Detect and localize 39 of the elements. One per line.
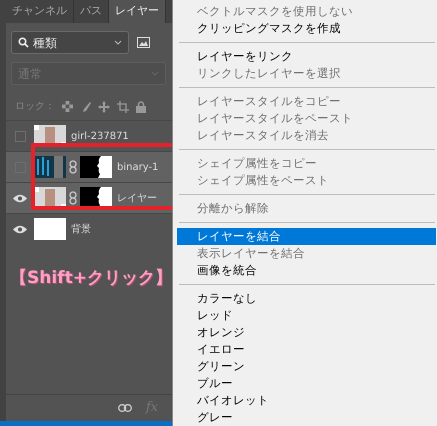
chain-icon[interactable] — [69, 191, 77, 205]
layer-row[interactable]: 背景 — [6, 213, 172, 244]
layer-row[interactable]: binary-1 — [6, 151, 172, 182]
mask-thumbnail — [80, 156, 112, 178]
filter-dropdown[interactable]: 種類 — [11, 31, 129, 54]
layer-name: girl-237871 — [71, 130, 129, 144]
eye-icon[interactable] — [13, 194, 27, 202]
lock-icon[interactable] — [136, 100, 146, 112]
brush-icon[interactable] — [80, 100, 91, 112]
photo-thumbnail — [34, 156, 66, 178]
layer-name: binary-1 — [117, 160, 158, 174]
eye-icon[interactable] — [13, 224, 27, 234]
chain-icon[interactable] — [69, 160, 77, 174]
menu-item[interactable]: グリーン — [177, 358, 436, 375]
visibility-checkbox[interactable] — [14, 130, 26, 142]
menu-item[interactable]: ブルー — [177, 375, 436, 392]
menu-item[interactable]: バイオレット — [177, 392, 436, 409]
background-thumbnail — [34, 218, 66, 240]
link-icon[interactable] — [118, 404, 132, 412]
search-icon — [18, 37, 29, 48]
menu-item[interactable]: クリッピングマスクを作成 — [177, 20, 436, 37]
image-icon[interactable] — [137, 37, 150, 48]
crop-icon[interactable] — [117, 100, 129, 112]
menu-item[interactable]: レイヤーをリンク — [177, 48, 436, 65]
chevron-icon — [114, 40, 122, 45]
chevron-icon — [151, 71, 159, 76]
menu-item[interactable]: カラーなし — [177, 290, 436, 307]
menu-item[interactable]: 画像を統合 — [177, 262, 436, 279]
menu-item[interactable]: グレー — [177, 409, 436, 426]
menu-item[interactable]: イエロー — [177, 341, 436, 358]
menu-item[interactable]: レッド — [177, 307, 436, 324]
menu-item[interactable]: オレンジ — [177, 324, 436, 341]
panel-tab[interactable]: チャンネル — [6, 0, 74, 23]
layer-name: レイヤー — [117, 192, 157, 206]
panel-tab[interactable]: レイヤー — [109, 0, 166, 23]
menu-item[interactable]: レイヤーを結合 — [177, 228, 436, 245]
annotation-text: 【Shift+クリック】 — [10, 267, 172, 290]
layer-name: 背景 — [71, 222, 91, 236]
move-icon[interactable] — [98, 100, 110, 112]
